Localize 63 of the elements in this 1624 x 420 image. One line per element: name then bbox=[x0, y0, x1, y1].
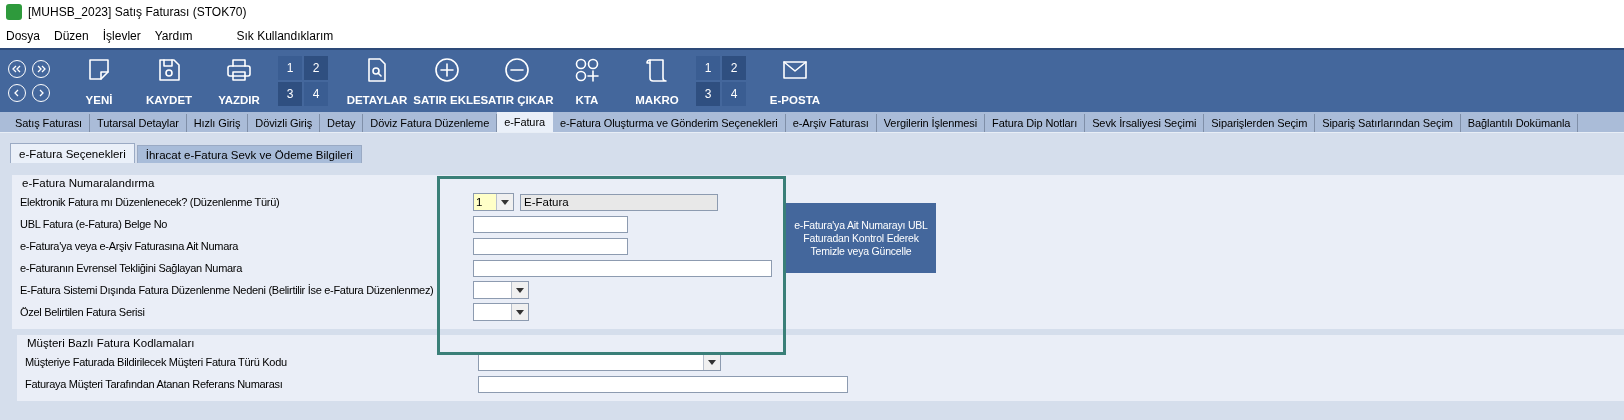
print-icon bbox=[225, 56, 253, 84]
update-number-button[interactable]: e-Fatura'ya Ait Numarayı UBL Faturadan Kontrol Ederek Temizle veya Güncelle bbox=[786, 203, 936, 273]
page-number-button[interactable]: 4 bbox=[304, 82, 328, 106]
tab[interactable]: Hızlı Giriş bbox=[186, 114, 249, 132]
field-label: Faturaya Müşteri Tarafından Atanan Referans Numarası bbox=[25, 378, 284, 390]
menu-item[interactable]: Sık Kullandıklarım bbox=[236, 29, 334, 43]
tab[interactable]: Sevk İrsaliyesi Seçimi bbox=[1085, 114, 1205, 132]
dropdown-field[interactable] bbox=[473, 303, 529, 321]
tab[interactable]: Tutarsal Detaylar bbox=[90, 114, 187, 132]
tab[interactable]: e-Fatura bbox=[497, 112, 553, 132]
input-field[interactable] bbox=[473, 237, 628, 255]
toolbar-button[interactable]: KAYDET bbox=[134, 50, 204, 112]
page-number-button[interactable]: 1 bbox=[696, 56, 720, 80]
tab[interactable]: Sipariş Satırlarından Seçim bbox=[1315, 114, 1461, 132]
tab[interactable]: Satış Faturası bbox=[8, 114, 91, 132]
toolbar-button[interactable]: DETAYLAR bbox=[342, 50, 412, 112]
toolbar-button[interactable]: E-POSTA bbox=[760, 50, 830, 112]
tab[interactable]: Dövizli Giriş bbox=[248, 114, 321, 132]
dropdown-field[interactable] bbox=[473, 281, 529, 299]
menu-item[interactable]: Dosya bbox=[6, 29, 40, 43]
tab[interactable]: Vergilerin İşlenmesi bbox=[876, 114, 986, 132]
circles-plus-icon bbox=[573, 56, 601, 84]
tab[interactable]: Siparişlerden Seçim bbox=[1204, 114, 1316, 132]
field-label: UBL Fatura (e-Fatura) Belge No bbox=[20, 218, 169, 230]
field-label: E-Fatura Sistemi Dışında Fatura Düzenlenme Nedeni (Belirtilir İse e-Fatura Düzenlenmez) bbox=[20, 284, 435, 296]
page-number-button[interactable]: 2 bbox=[722, 56, 746, 80]
toolbar-button[interactable]: YENİ bbox=[64, 50, 134, 112]
window-title: [MUHSB_2023] Satış Faturası (STOK70) bbox=[28, 5, 247, 19]
code-dropdown[interactable]: 1 bbox=[473, 193, 514, 211]
page-number-button[interactable]: 3 bbox=[696, 82, 720, 106]
tab[interactable]: Detay bbox=[320, 114, 364, 132]
input-field[interactable] bbox=[473, 259, 772, 277]
plus-circle-icon bbox=[433, 56, 461, 84]
input-field[interactable] bbox=[473, 215, 628, 233]
toolbar-button[interactable]: YAZDIR bbox=[204, 50, 274, 112]
app-logo-icon bbox=[6, 4, 22, 20]
tab[interactable]: İhracat e-Fatura Sevk ve Ödeme Bilgileri bbox=[136, 145, 362, 163]
input-field[interactable] bbox=[478, 375, 848, 393]
menu-item[interactable]: Yardım bbox=[154, 29, 193, 43]
menu-item[interactable]: Düzen bbox=[54, 29, 89, 43]
minus-circle-icon bbox=[503, 56, 531, 84]
tab[interactable]: Fatura Dip Notları bbox=[985, 114, 1086, 132]
field-label: Elektronik Fatura mı Düzenlenecek? (Düzenlenme Türü) bbox=[20, 196, 281, 208]
field-label: Özel Belirtilen Fatura Serisi bbox=[20, 306, 146, 318]
field-label: e-Faturanın Evrensel Tekliğini Sağlayan Numara bbox=[20, 262, 244, 274]
page-number-button[interactable]: 4 bbox=[722, 82, 746, 106]
tab[interactable]: e-Fatura Oluşturma ve Gönderim Seçenekleri bbox=[552, 114, 786, 132]
dropdown-arrow-icon bbox=[708, 359, 716, 365]
page-number-button[interactable]: 3 bbox=[278, 82, 302, 106]
tab[interactable]: e-Arşiv Faturası bbox=[785, 114, 877, 132]
dropdown-arrow-icon bbox=[501, 199, 509, 205]
toolbar-button[interactable]: KTA bbox=[552, 50, 622, 112]
page-number-button[interactable]: 2 bbox=[304, 56, 328, 80]
field-label: Müşteriye Faturada Bildirilecek Müşteri Fatura Türü Kodu bbox=[25, 356, 288, 368]
dropdown-arrow-icon bbox=[516, 309, 524, 315]
menu-item[interactable]: İşlevler bbox=[102, 29, 141, 43]
tab[interactable]: Bağlantılı Dokümanla bbox=[1460, 114, 1579, 132]
page-number-button[interactable]: 1 bbox=[278, 56, 302, 80]
field-label: e-Fatura'ya veya e-Arşiv Faturasına Ait Numara bbox=[20, 240, 240, 252]
toolbar-button[interactable]: MAKRO bbox=[622, 50, 692, 112]
dropdown-arrow-icon bbox=[516, 287, 524, 293]
type-description-field[interactable]: E-Fatura bbox=[520, 193, 718, 211]
tab[interactable]: e-Fatura Seçenekleri bbox=[10, 143, 135, 163]
